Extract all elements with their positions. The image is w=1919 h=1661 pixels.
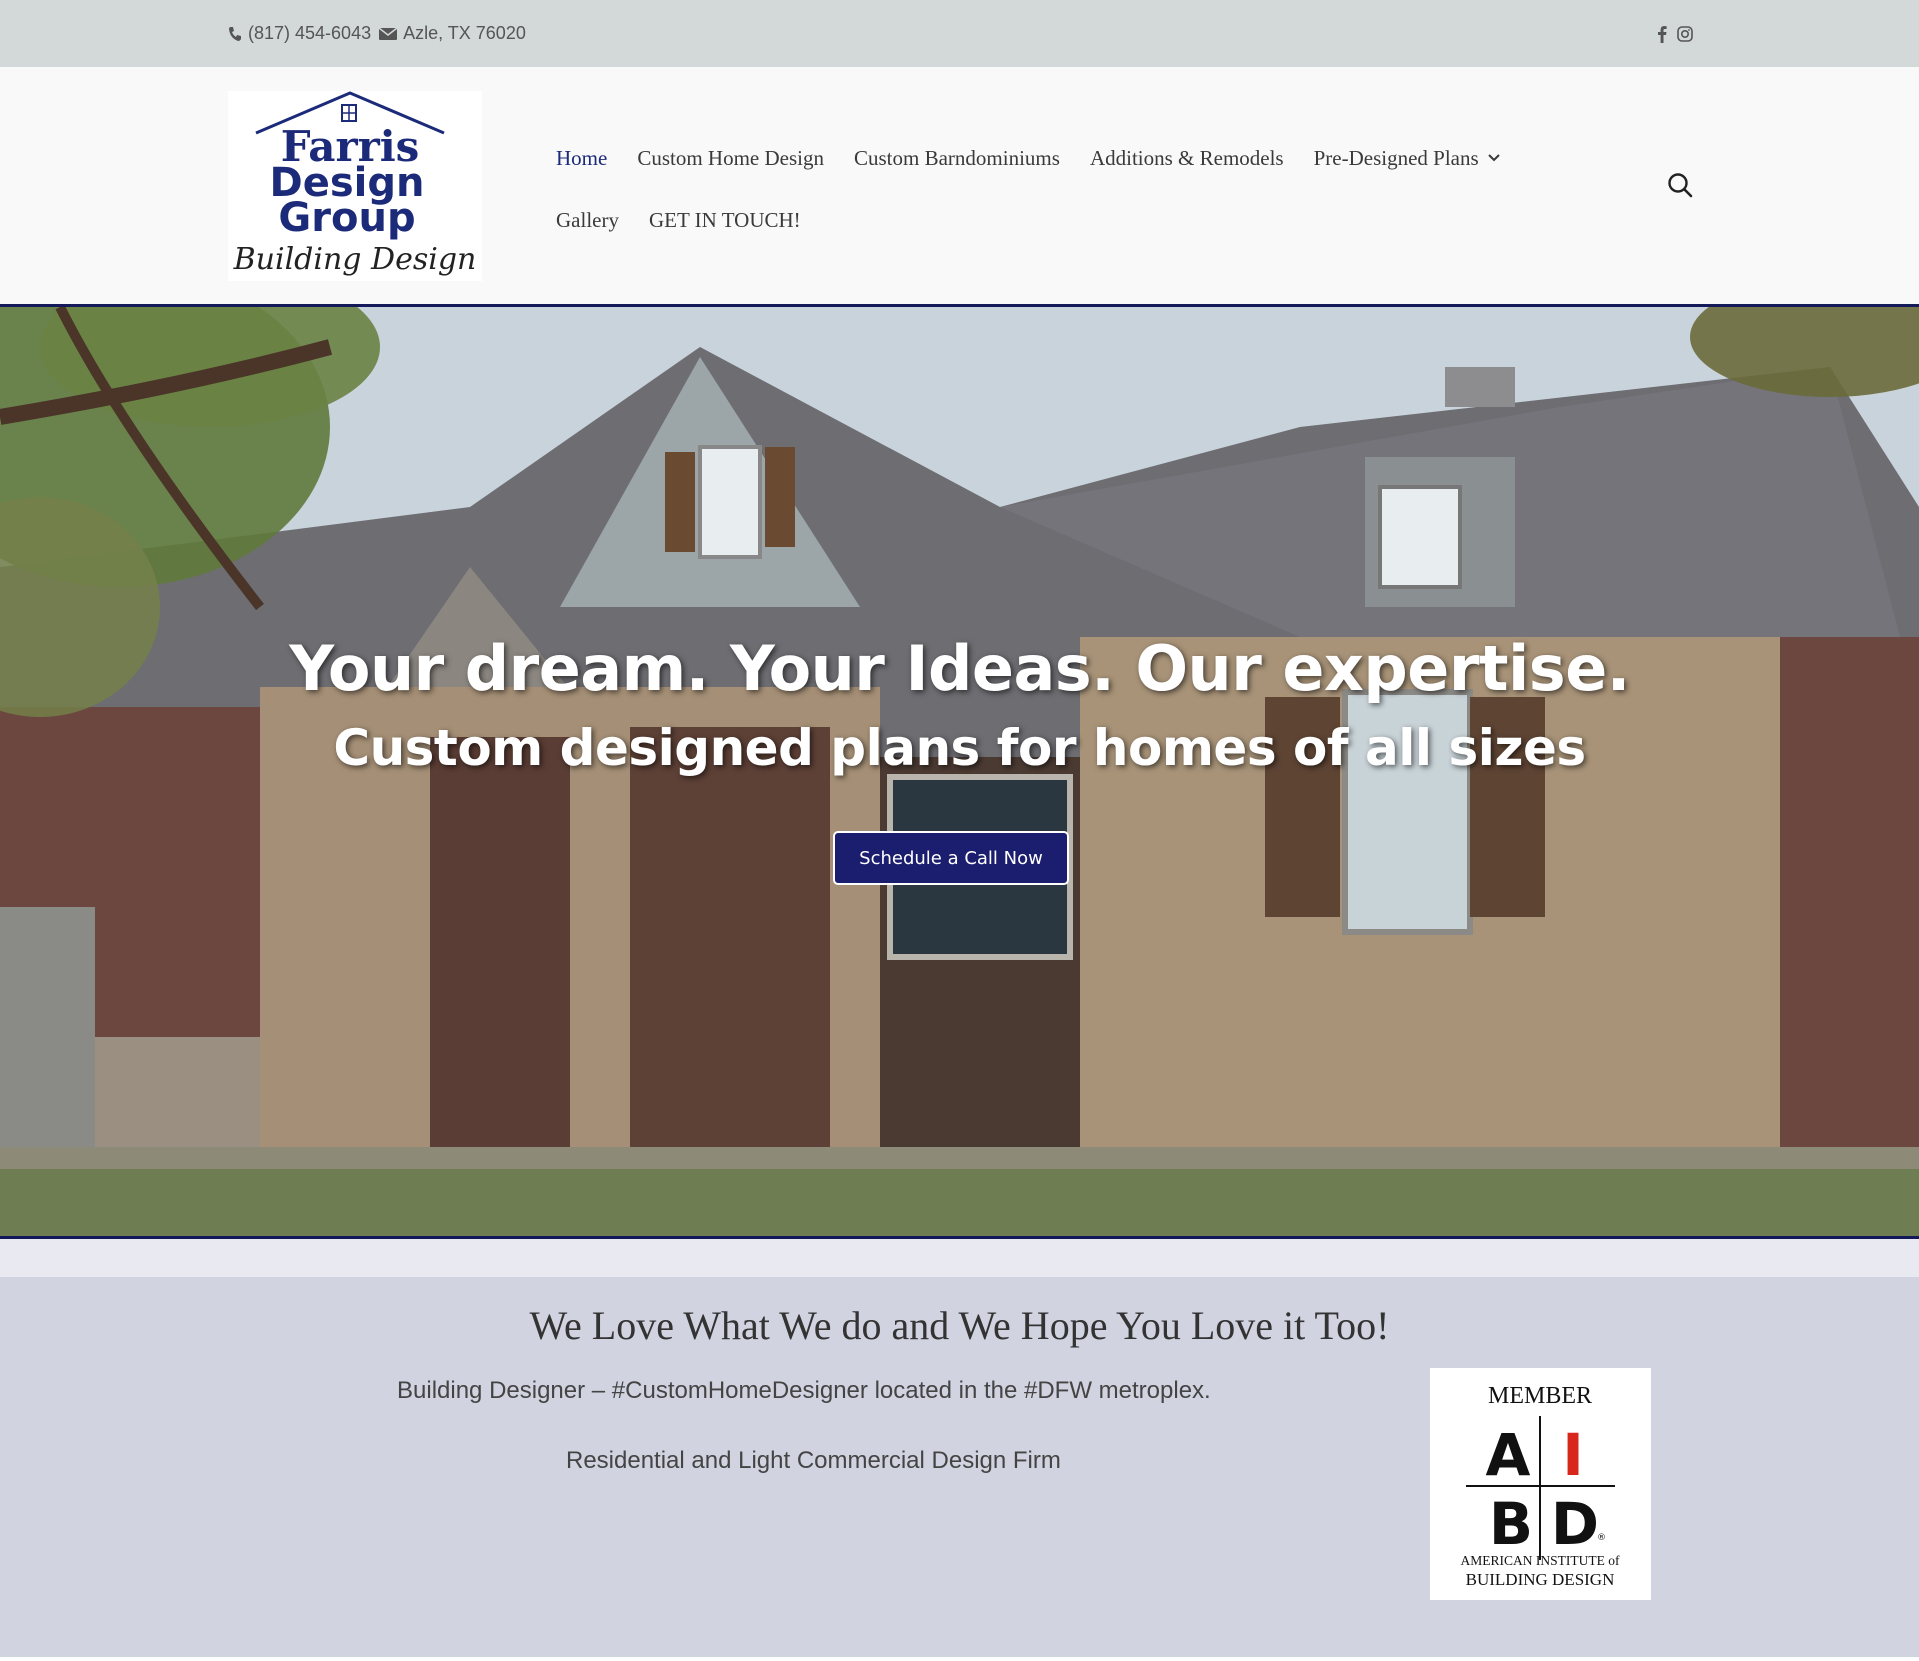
facebook-icon[interactable] [1657,25,1667,43]
nav-item-pre-designed-plans[interactable]: Pre-Designed Plans [1314,146,1501,171]
address: Azle, TX 76020 [403,23,526,43]
badge-letter-i: I [1562,1421,1584,1489]
main-nav: Home Custom Home Design Custom Barndomin… [556,127,1556,251]
nav-item-pre-designed-plans-label: Pre-Designed Plans [1313,145,1479,170]
badge-institute-text: AMERICAN INSTITUTE of [1461,1553,1620,1568]
chevron-down-icon [1487,154,1500,162]
badge-registered-mark: ® [1597,1533,1606,1543]
about-tagline: Building Designer – #CustomHomeDesigner … [397,1377,1211,1404]
site-logo[interactable]: Farris Design Group Building Design [228,91,482,281]
phone-icon [229,26,241,41]
envelope-icon [379,26,398,40]
search-icon [1668,173,1693,198]
nav-item-custom-home-design[interactable]: Custom Home Design [637,146,824,171]
badge-letter-b: B [1489,1490,1533,1558]
nav-item-get-in-touch[interactable]: GET IN TOUCH! [649,208,801,233]
logo-text-group: Group [278,195,415,241]
about-heading: We Love What We do and We Hope You Love … [529,1303,1390,1348]
logo-text-building-design: Building Design [233,242,477,277]
hero-subtitle: Custom designed plans for homes of all s… [333,719,1586,777]
site-header: Farris Design Group Building Design Home… [0,67,1919,304]
top-bar: (817) 454-6043 Azle, TX 76020 [0,0,1919,67]
phone-number[interactable]: (817) 454-6043 [248,23,371,44]
badge-letter-d: D [1551,1490,1599,1558]
contact-info: (817) 454-6043 Azle, TX 76020 [228,0,526,67]
badge-building-design-text: BUILDING DESIGN [1466,1570,1615,1589]
page-bottom-edge [0,1657,1919,1661]
nav-item-home[interactable]: Home [556,146,607,171]
search-button[interactable] [1666,171,1694,199]
social-links [1657,0,1693,67]
nav-item-gallery[interactable]: Gallery [556,208,619,233]
about-description: Residential and Light Commercial Design … [566,1447,1061,1474]
nav-item-custom-barndominiums[interactable]: Custom Barndominiums [854,146,1060,171]
about-section: We Love What We do and We Hope You Love … [0,1277,1919,1657]
hero-banner: Your dream. Your Ideas. Our expertise. C… [0,304,1919,1239]
nav-item-additions-remodels[interactable]: Additions & Remodels [1090,146,1284,171]
schedule-call-button[interactable]: Schedule a Call Now [833,831,1069,885]
instagram-icon[interactable] [1677,25,1693,42]
badge-letter-a: A [1486,1421,1531,1489]
section-divider [0,1239,1919,1277]
hero-title: Your dream. Your Ideas. Our expertise. [289,632,1630,705]
badge-member-text: MEMBER [1488,1383,1592,1409]
aibd-member-badge[interactable]: MEMBER A I B D ® AMERICAN INSTITUTE of B… [1430,1368,1651,1600]
